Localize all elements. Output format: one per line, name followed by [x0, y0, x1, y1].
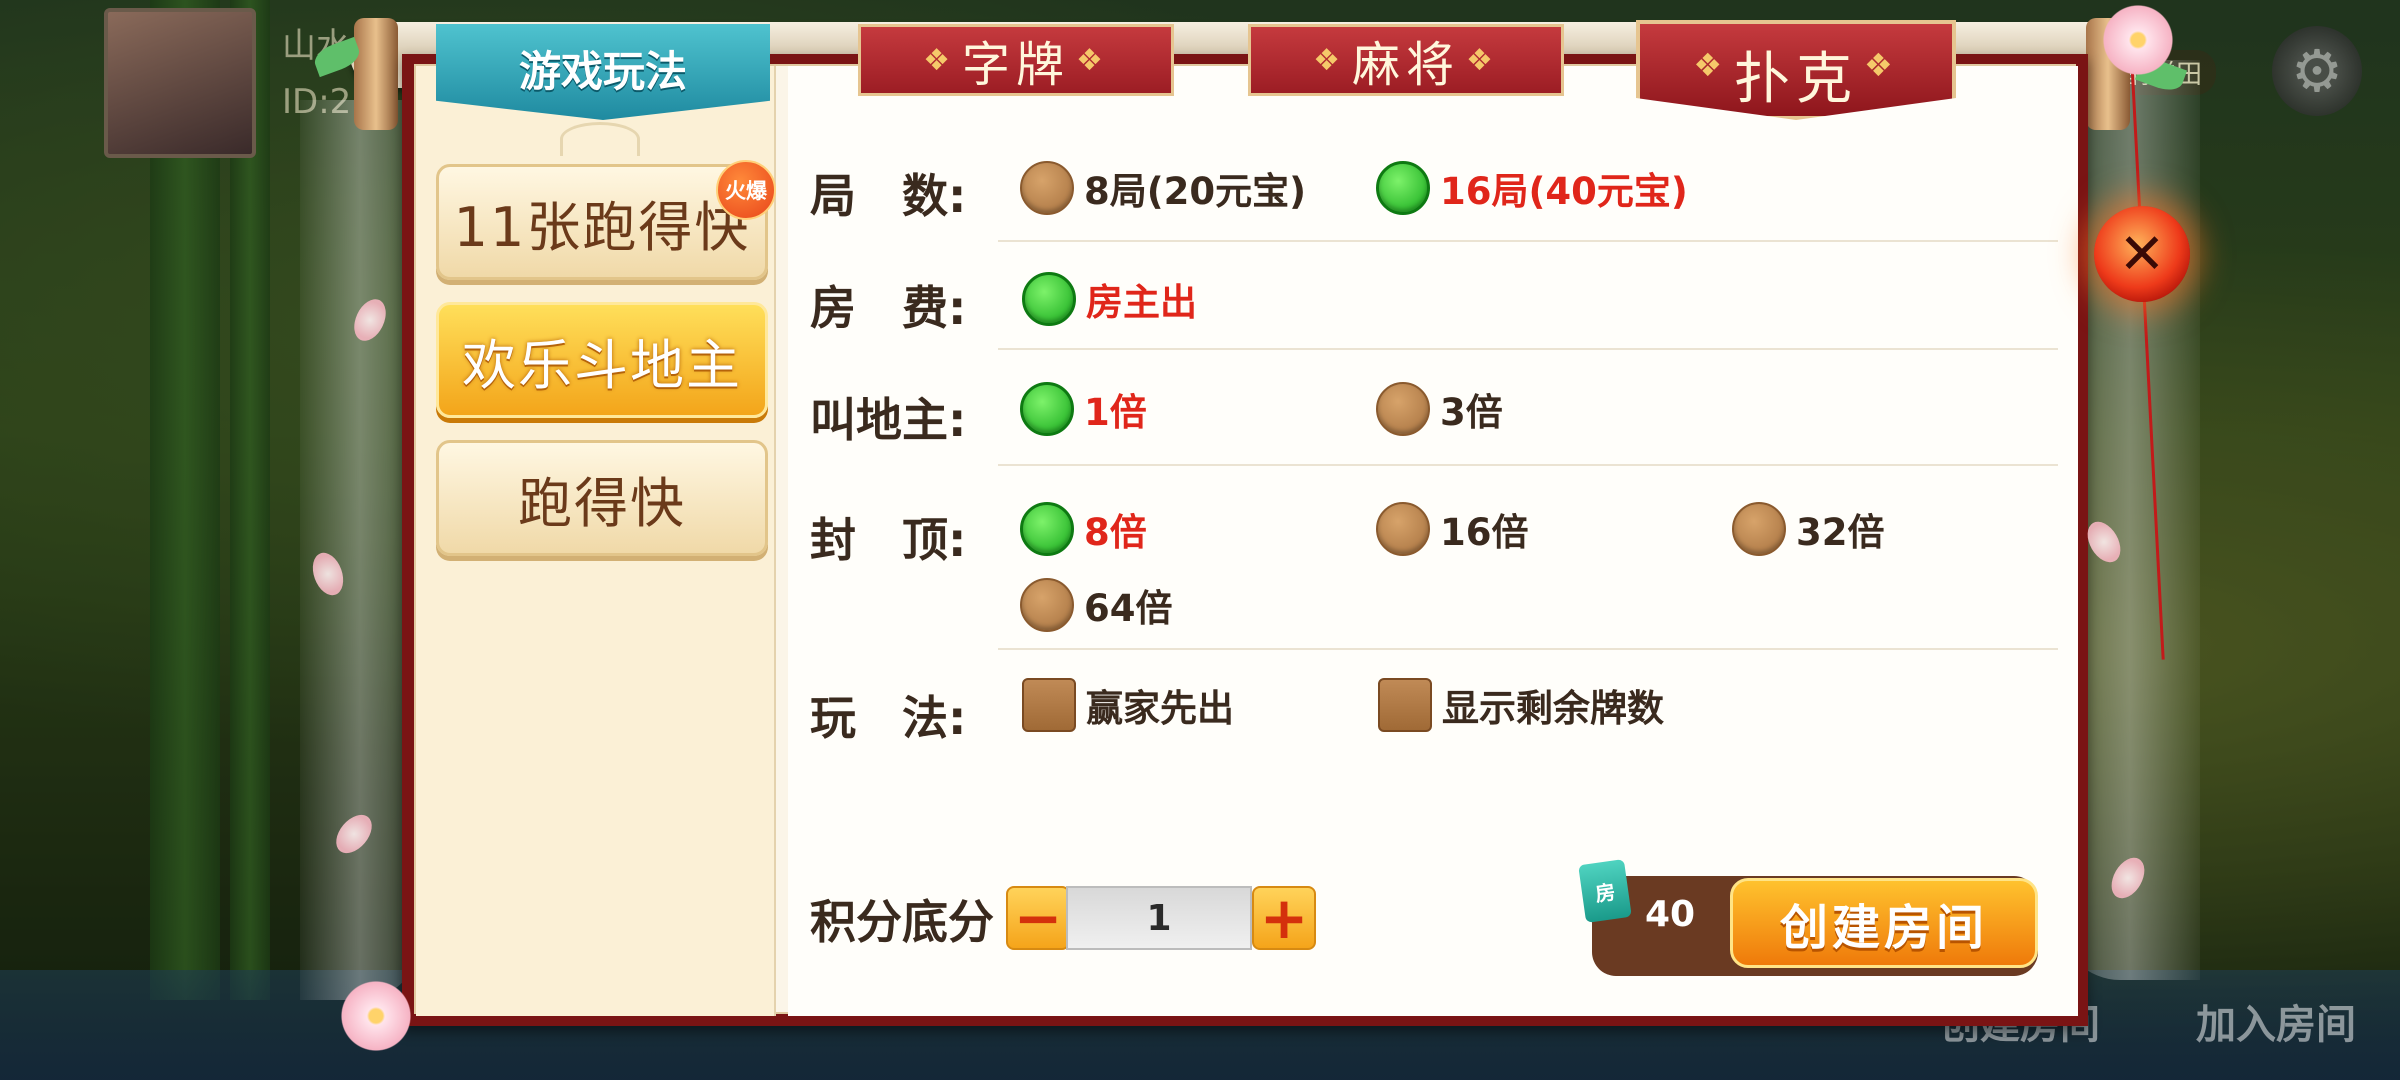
tab-how-to-play[interactable]: 游戏玩法	[436, 24, 770, 120]
close-icon[interactable]: ✕	[2094, 206, 2190, 302]
scroll-rod-cap-left	[354, 18, 398, 130]
play-option-winner-first[interactable]: 赢家先出	[1022, 678, 1234, 732]
divider	[998, 464, 2058, 466]
option-text: 1倍	[1084, 391, 1147, 434]
room-card-icon: 房	[1578, 859, 1632, 923]
game-item-label: 欢乐斗地主	[462, 333, 742, 397]
radio-selected-icon	[1020, 382, 1074, 436]
radio-selected-icon	[1376, 161, 1430, 215]
divider	[998, 648, 2058, 650]
option-text: 32倍	[1796, 511, 1885, 554]
call-landlord-option-1x[interactable]: 1倍	[1020, 382, 1147, 436]
avatar[interactable]	[104, 8, 256, 158]
rounds-label: 局 数:	[810, 169, 967, 223]
game-item-label: 跑得快	[518, 471, 686, 535]
room-fee-label: 房 费:	[810, 281, 967, 335]
checkbox-icon	[1022, 678, 1076, 732]
tab-label: 字牌	[961, 37, 1070, 93]
hot-badge: 火爆	[716, 160, 776, 220]
rounds-option-8[interactable]: 8局(20元宝)	[1020, 161, 1306, 215]
option-text: 64倍	[1084, 587, 1173, 630]
room-cost-value: 40	[1644, 894, 1696, 935]
option-text: 显示剩余牌数	[1442, 687, 1664, 730]
option-text: 8局(20元宝)	[1084, 170, 1307, 213]
divider	[998, 240, 2058, 242]
score-minus-button[interactable]: −	[1006, 886, 1070, 950]
flower-decoration	[336, 976, 416, 1056]
ornament-icon: ❖	[1313, 42, 1346, 78]
flower-decoration	[2098, 0, 2178, 80]
radio-selected-icon	[1022, 272, 1076, 326]
option-text: 3倍	[1440, 391, 1503, 434]
call-landlord-option-3x[interactable]: 3倍	[1376, 382, 1503, 436]
radio-icon	[1376, 382, 1430, 436]
ornament-icon: ❖	[923, 42, 956, 78]
ornament-icon: ❖	[1466, 42, 1499, 78]
cap-option-16x[interactable]: 16倍	[1376, 502, 1529, 556]
cap-option-8x[interactable]: 8倍	[1020, 502, 1147, 556]
radio-icon	[1020, 161, 1074, 215]
base-score-label: 积分底分	[810, 895, 994, 949]
ornament-decoration	[560, 122, 640, 156]
game-item-paodekuai[interactable]: 跑得快	[436, 440, 768, 556]
option-text: 16局(40元宝)	[1440, 170, 1688, 213]
ornament-icon: ❖	[1076, 42, 1109, 78]
cap-option-64x[interactable]: 64倍	[1020, 578, 1173, 632]
option-text: 房主出	[1086, 281, 1197, 324]
rounds-option-16[interactable]: 16局(40元宝)	[1376, 161, 1688, 215]
option-text: 16倍	[1440, 511, 1529, 554]
tab-mahjong[interactable]: ❖ 麻将 ❖	[1248, 24, 1564, 96]
option-text: 8倍	[1084, 511, 1147, 554]
ornament-icon: ❖	[1693, 46, 1728, 84]
game-item-label: 11张跑得快	[453, 195, 751, 259]
create-room-button[interactable]: 创建房间	[1730, 878, 2038, 968]
base-score-value: 1	[1066, 886, 1252, 950]
ornament-icon: ❖	[1864, 46, 1899, 84]
radio-icon	[1732, 502, 1786, 556]
play-rules-label: 玩 法:	[810, 691, 967, 745]
cap-label: 封 顶:	[810, 513, 967, 567]
call-landlord-label: 叫地主:	[810, 393, 967, 447]
option-text: 赢家先出	[1086, 687, 1234, 730]
radio-icon	[1020, 578, 1074, 632]
room-fee-option-owner[interactable]: 房主出	[1022, 272, 1197, 326]
gear-icon[interactable]: ⚙	[2272, 26, 2362, 116]
tab-label: 扑克	[1734, 47, 1858, 112]
radio-selected-icon	[1020, 502, 1074, 556]
tab-zipai[interactable]: ❖ 字牌 ❖	[858, 24, 1174, 96]
score-plus-button[interactable]: +	[1252, 886, 1316, 950]
checkbox-icon	[1378, 678, 1432, 732]
play-option-show-remaining[interactable]: 显示剩余牌数	[1378, 678, 1664, 732]
tab-label: 麻将	[1351, 37, 1460, 93]
bg-join-room-label: 加入房间	[2196, 1002, 2356, 1048]
divider	[998, 348, 2058, 350]
radio-icon	[1376, 502, 1430, 556]
cap-option-32x[interactable]: 32倍	[1732, 502, 1885, 556]
game-item-doudizhu[interactable]: 欢乐斗地主	[436, 302, 768, 418]
